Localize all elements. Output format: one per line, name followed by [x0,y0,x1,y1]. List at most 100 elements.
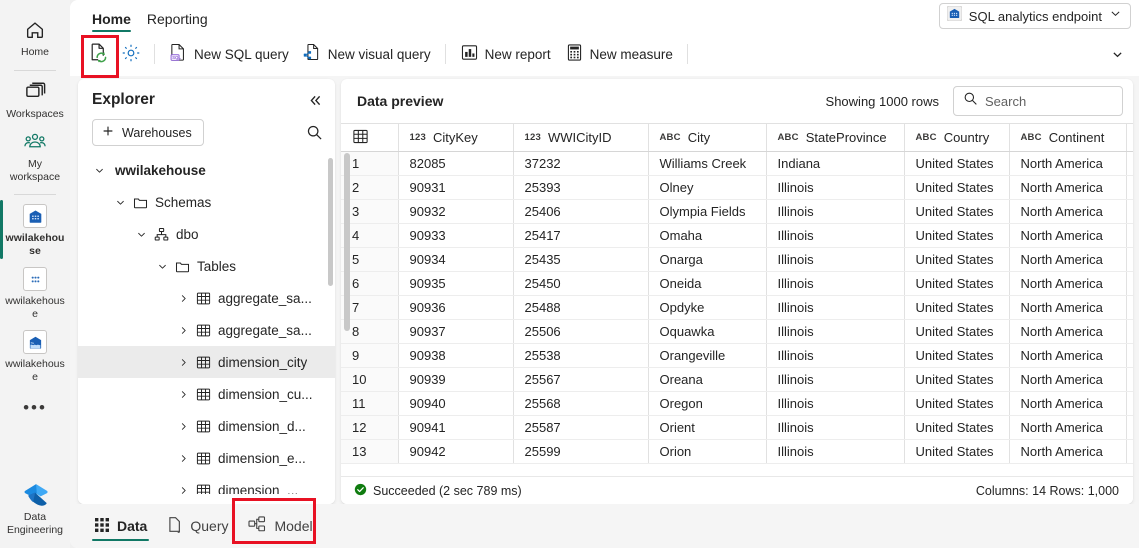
double-chevron-left-icon[interactable] [308,93,323,108]
column-header-citykey[interactable]: 123 CityKey [398,123,514,152]
toolbar-overflow-button[interactable] [1105,42,1129,66]
table-row[interactable]: 2 90931 25393 Olney Illinois United States Nor… [341,175,1133,200]
cell-city[interactable]: Olney [648,175,767,200]
tree-item-aggregate-sa[interactable]: aggregate_sa... [78,314,335,346]
cell-stateprovince[interactable]: Indiana [766,151,905,176]
tree-item-dimension-cu[interactable]: dimension_cu... [78,378,335,410]
cell-sal[interactable]: Great La [1126,391,1133,416]
cell-citykey[interactable]: 90942 [398,439,514,464]
cell-country[interactable]: United States [904,391,1010,416]
cell-city[interactable]: Orion [648,439,767,464]
cell-wwicityid[interactable]: 25587 [513,415,649,440]
cell-wwicityid[interactable]: 25435 [513,247,649,272]
column-header-continent[interactable]: ABC Continent [1009,123,1127,152]
cell-city[interactable]: Oquawka [648,319,767,344]
table-row[interactable]: 7 90936 25488 Opdyke Illinois United States No… [341,295,1133,320]
column-header-sal[interactable]: ABCSal [1126,123,1133,152]
data-grid-container[interactable]: 123 CityKey 123 WWICityID ABC City ABC StatePro… [341,123,1133,476]
chevron-right-icon[interactable] [174,293,192,304]
table-row[interactable]: 9 90938 25538 Orangeville Illinois United Sta… [341,343,1133,368]
explorer-scrollbar[interactable] [328,158,333,286]
chevron-down-icon[interactable] [153,261,171,272]
cell-continent[interactable]: North America [1009,271,1127,296]
cell-citykey[interactable]: 90941 [398,415,514,440]
table-row[interactable]: 4 90933 25417 Omaha Illinois United States Nor… [341,223,1133,248]
chevron-right-icon[interactable] [174,357,192,368]
cell-country[interactable]: United States [904,295,1010,320]
cell-continent[interactable]: North America [1009,439,1127,464]
table-row[interactable]: 13 90942 25599 Orion Illinois United States No… [341,439,1133,464]
cell-country[interactable]: United States [904,439,1010,464]
cell-continent[interactable]: North America [1009,223,1127,248]
cell-continent[interactable]: North America [1009,391,1127,416]
cell-city[interactable]: Onarga [648,247,767,272]
cell-sal[interactable]: Great La [1126,295,1133,320]
cell-city[interactable]: Opdyke [648,295,767,320]
cell-sal[interactable]: Great La [1126,319,1133,344]
cell-citykey[interactable]: 90937 [398,319,514,344]
cell-country[interactable]: United States [904,247,1010,272]
sidebar-item-wwilakehouse-dataset[interactable]: wwilakehouse [0,261,70,324]
cell-citykey[interactable]: 90931 [398,175,514,200]
cell-continent[interactable]: North America [1009,175,1127,200]
cell-citykey[interactable]: 90940 [398,391,514,416]
table-row[interactable]: 11 90940 25568 Oregon Illinois United States N… [341,391,1133,416]
tab-data[interactable]: Data [84,505,157,547]
cell-stateprovince[interactable]: Illinois [766,343,905,368]
cell-citykey[interactable]: 90935 [398,271,514,296]
search-box[interactable] [953,86,1123,116]
cell-continent[interactable]: North America [1009,367,1127,392]
cell-continent[interactable]: North America [1009,343,1127,368]
cell-stateprovince[interactable]: Illinois [766,295,905,320]
chevron-right-icon[interactable] [174,453,192,464]
cell-sal[interactable]: Great La [1126,415,1133,440]
column-header-stateprovince[interactable]: ABC StateProvince [766,123,905,152]
cell-country[interactable]: United States [904,343,1010,368]
cell-city[interactable]: Omaha [648,223,767,248]
cell-continent[interactable]: North America [1009,415,1127,440]
cell-city[interactable]: Orient [648,415,767,440]
cell-country[interactable]: United States [904,367,1010,392]
cell-wwicityid[interactable]: 25599 [513,439,649,464]
cell-country[interactable]: United States [904,271,1010,296]
search-input[interactable] [985,93,1113,109]
cell-continent[interactable]: North America [1009,295,1127,320]
table-row[interactable]: 5 90934 25435 Onarga Illinois United States No… [341,247,1133,272]
sidebar-item-workspaces[interactable]: Workspaces [0,74,70,125]
cell-sal[interactable]: Great La [1126,151,1133,176]
cell-country[interactable]: United States [904,415,1010,440]
cell-country[interactable]: United States [904,175,1010,200]
cell-sal[interactable]: Great La [1126,247,1133,272]
sidebar-item-my-workspace[interactable]: My workspace [0,124,70,187]
cell-wwicityid[interactable]: 25568 [513,391,649,416]
cell-citykey[interactable]: 90938 [398,343,514,368]
tree-item-dimension-city[interactable]: dimension_city [78,346,335,378]
cell-citykey[interactable]: 90939 [398,367,514,392]
table-row[interactable]: 1 82085 37232 Williams Creek Indiana United S… [341,151,1133,176]
column-header-city[interactable]: ABC City [648,123,767,152]
table-row[interactable]: 10 90939 25567 Oreana Illinois United States N… [341,367,1133,392]
tree-item-schemas[interactable]: Schemas [78,186,335,218]
cell-citykey[interactable]: 90934 [398,247,514,272]
sidebar-item-data-engineering[interactable]: Data Engineering [0,477,70,540]
new-report-button[interactable]: New report [453,39,558,69]
explorer-search-icon[interactable] [306,124,323,141]
sidebar-item-wwilakehouse-warehouse[interactable]: wwilakehouse [0,198,70,261]
tree-item-wwilakehouse[interactable]: wwilakehouse [78,154,335,186]
cell-stateprovince[interactable]: Illinois [766,247,905,272]
sidebar-item-home[interactable]: Home [0,12,70,63]
cell-wwicityid[interactable]: 25450 [513,271,649,296]
cell-wwicityid[interactable]: 25417 [513,223,649,248]
cell-continent[interactable]: North America [1009,247,1127,272]
cell-country[interactable]: United States [904,151,1010,176]
cell-sal[interactable]: Great La [1126,343,1133,368]
cell-stateprovince[interactable]: Illinois [766,319,905,344]
cell-wwicityid[interactable]: 25506 [513,319,649,344]
tree-item-dimension-d[interactable]: dimension_d... [78,410,335,442]
cell-stateprovince[interactable]: Illinois [766,367,905,392]
tab-model[interactable]: Model [238,505,322,547]
cell-city[interactable]: Olympia Fields [648,199,767,224]
cell-city[interactable]: Oneida [648,271,767,296]
column-header-country[interactable]: ABC Country [904,123,1010,152]
cell-continent[interactable]: North America [1009,151,1127,176]
